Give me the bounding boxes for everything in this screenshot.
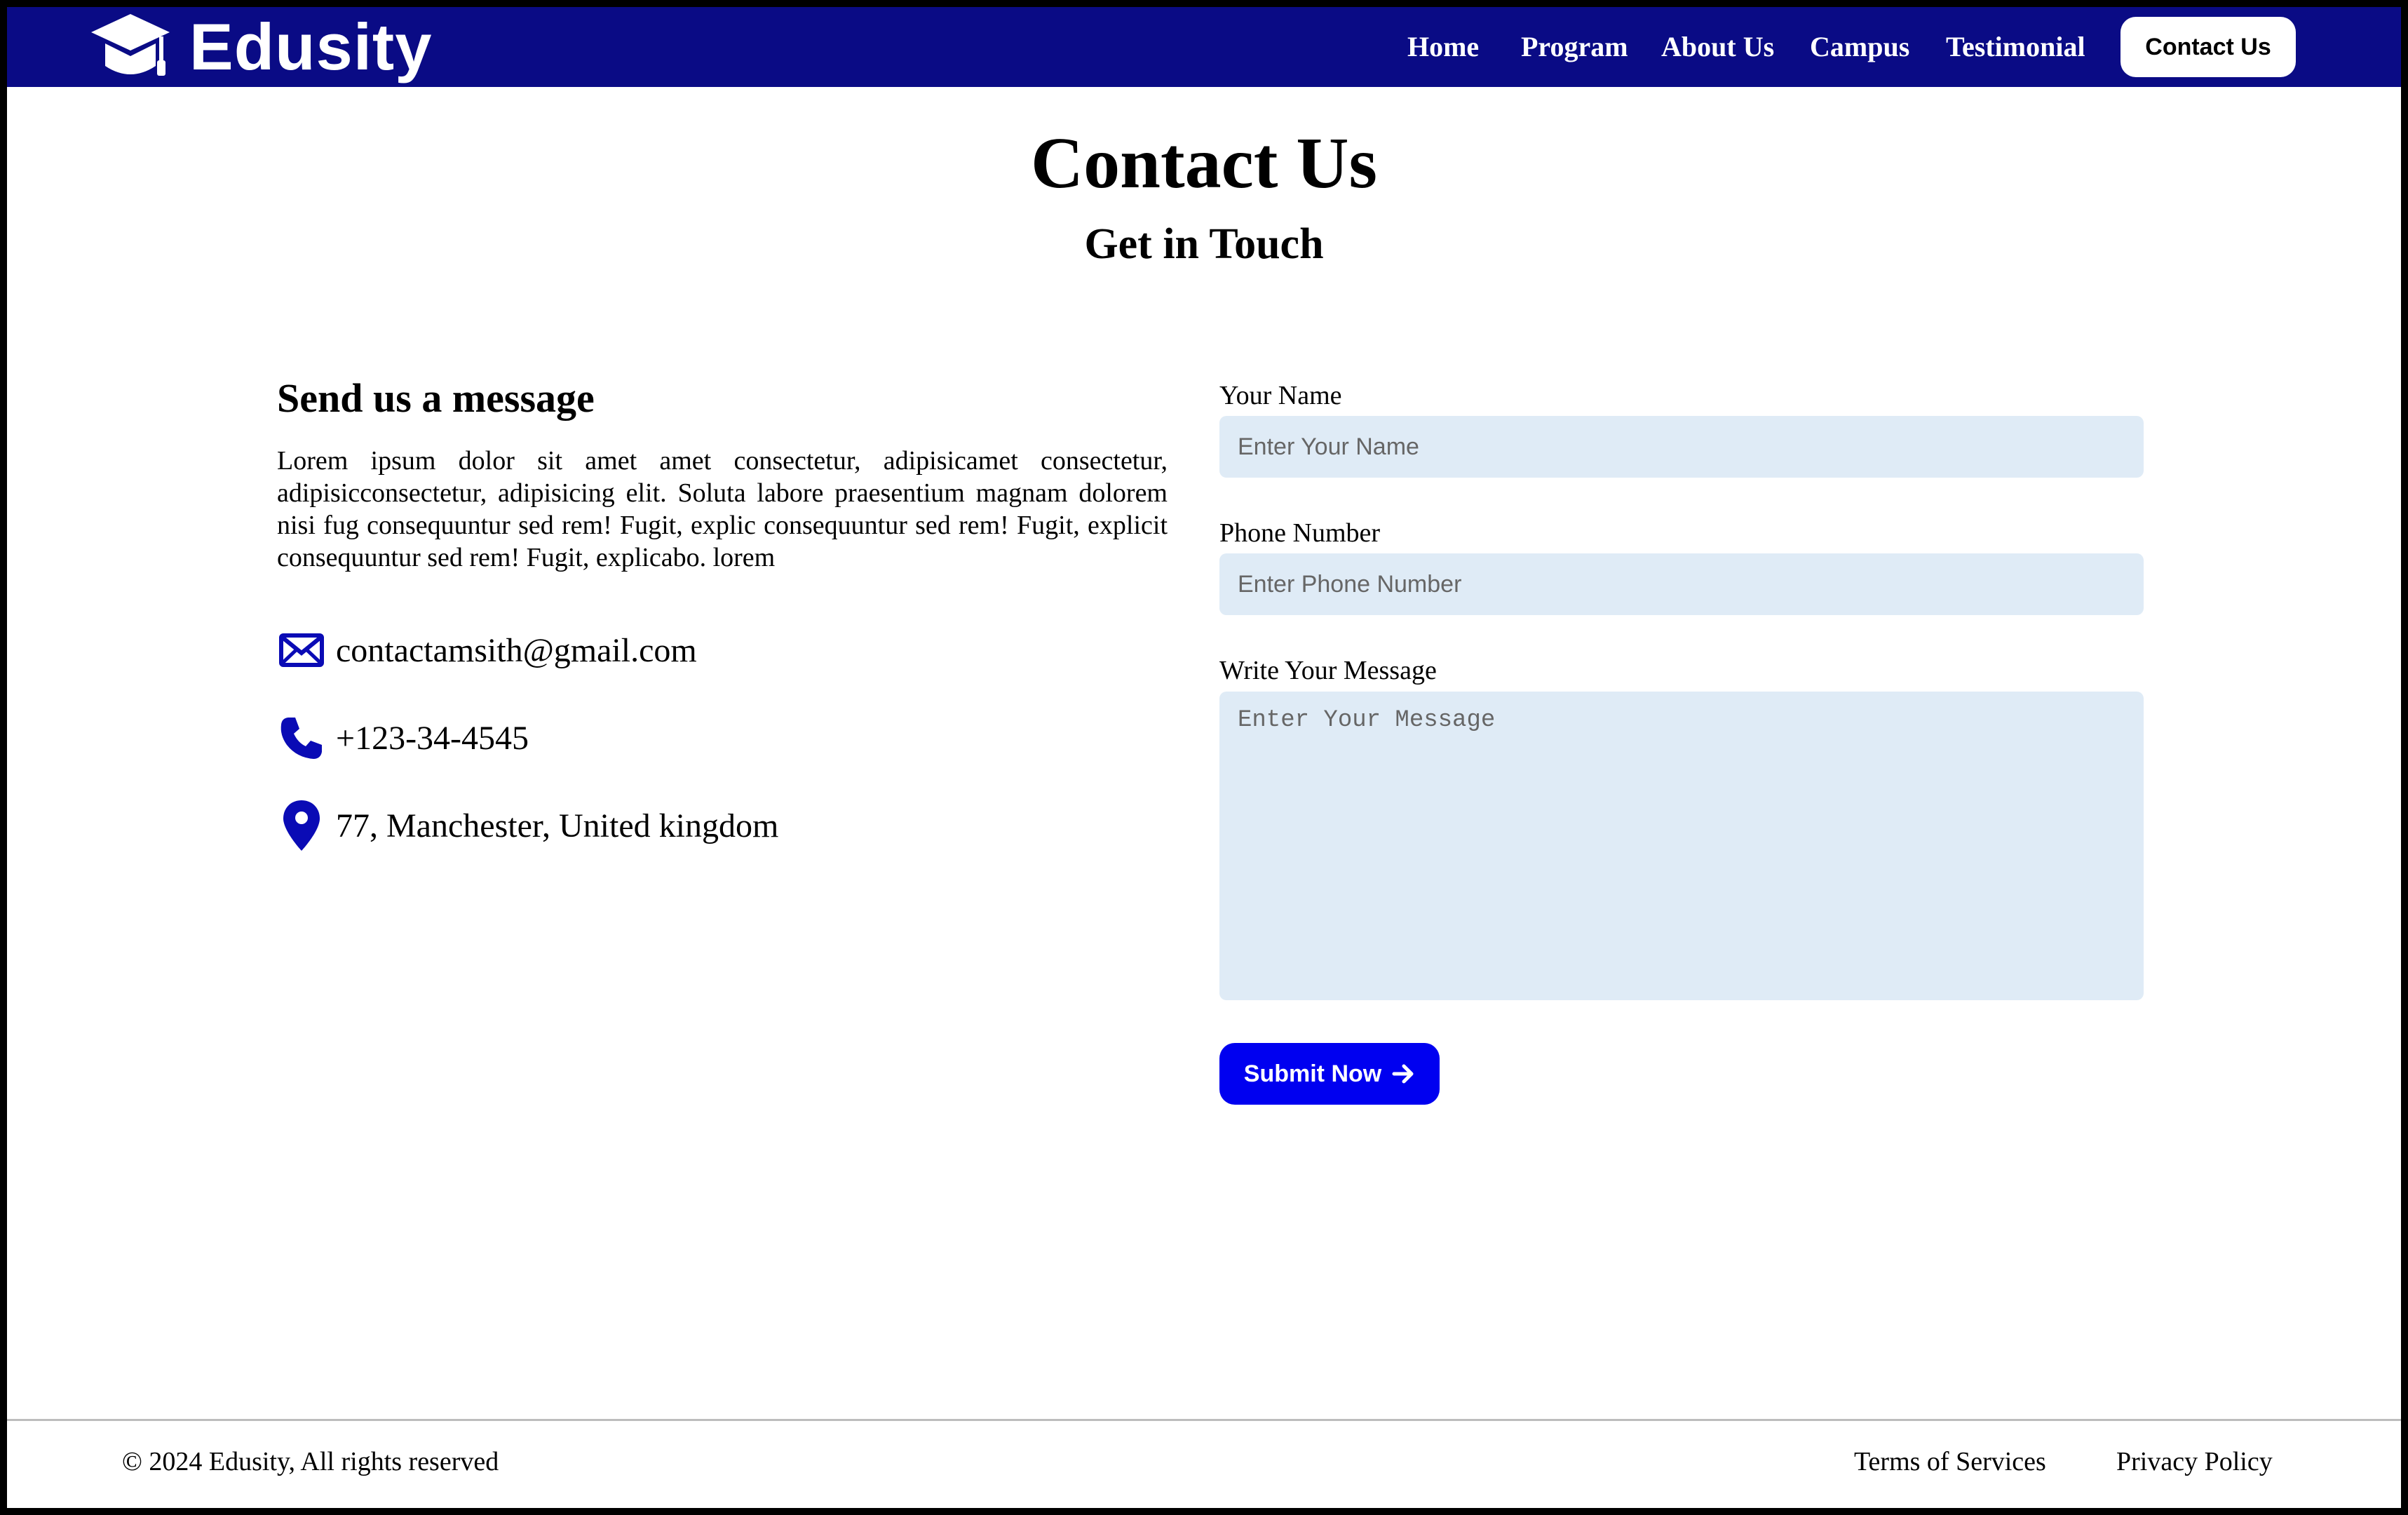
page-title: Contact Us [1031, 123, 1377, 203]
message-textarea[interactable] [1219, 692, 2144, 1000]
section-description: Lorem ipsum dolor sit amet amet consecte… [277, 445, 1168, 572]
name-input[interactable] [1219, 416, 2144, 478]
contact-address: 77, Manchester, United kingdom [336, 807, 779, 844]
envelope-icon [277, 626, 326, 675]
contact-info-panel: Send us a message Lorem ipsum dolor sit … [277, 375, 1168, 574]
nav-item-about-us[interactable]: About Us [1661, 7, 1774, 87]
navbar: Edusity Home Program About Us Campus Tes… [7, 7, 2401, 87]
submit-button-label: Submit Now [1243, 1060, 1382, 1087]
phone-icon [277, 713, 326, 762]
phone-input[interactable] [1219, 553, 2144, 615]
section-heading: Send us a message [277, 375, 595, 421]
brand-logo[interactable]: Edusity [88, 7, 433, 87]
footer-divider [7, 1419, 2401, 1421]
nav-item-campus[interactable]: Campus [1810, 7, 1909, 87]
arrow-right-icon [1392, 1064, 1414, 1084]
contact-address-row: 77, Manchester, United kingdom [277, 800, 779, 851]
submit-button[interactable]: Submit Now [1219, 1043, 1440, 1105]
graduation-cap-icon [91, 14, 170, 76]
page-subtitle: Get in Touch [1084, 220, 1324, 268]
nav-item-testimonial[interactable]: Testimonial [1946, 7, 2085, 87]
nav-item-program[interactable]: Program [1521, 7, 1628, 87]
phone-label: Phone Number [1219, 518, 1381, 548]
contact-us-nav-button[interactable]: Contact Us [2120, 17, 2296, 77]
contact-phone-row: +123-34-4545 [277, 713, 529, 762]
name-label: Your Name [1219, 381, 1342, 410]
privacy-policy-link[interactable]: Privacy Policy [2116, 1446, 2273, 1477]
terms-of-services-link[interactable]: Terms of Services [1854, 1446, 2046, 1477]
contact-email[interactable]: contactamsith@gmail.com [336, 631, 697, 670]
location-pin-icon [277, 800, 326, 851]
page: Edusity Home Program About Us Campus Tes… [7, 7, 2401, 1508]
contact-phone[interactable]: +123-34-4545 [336, 719, 529, 758]
footer-copyright: © 2024 Edusity, All rights reserved [122, 1447, 499, 1476]
message-label: Write Your Message [1219, 656, 1437, 685]
contact-email-row: contactamsith@gmail.com [277, 626, 697, 675]
brand-name: Edusity [189, 10, 433, 83]
nav-item-home[interactable]: Home [1407, 7, 1479, 87]
